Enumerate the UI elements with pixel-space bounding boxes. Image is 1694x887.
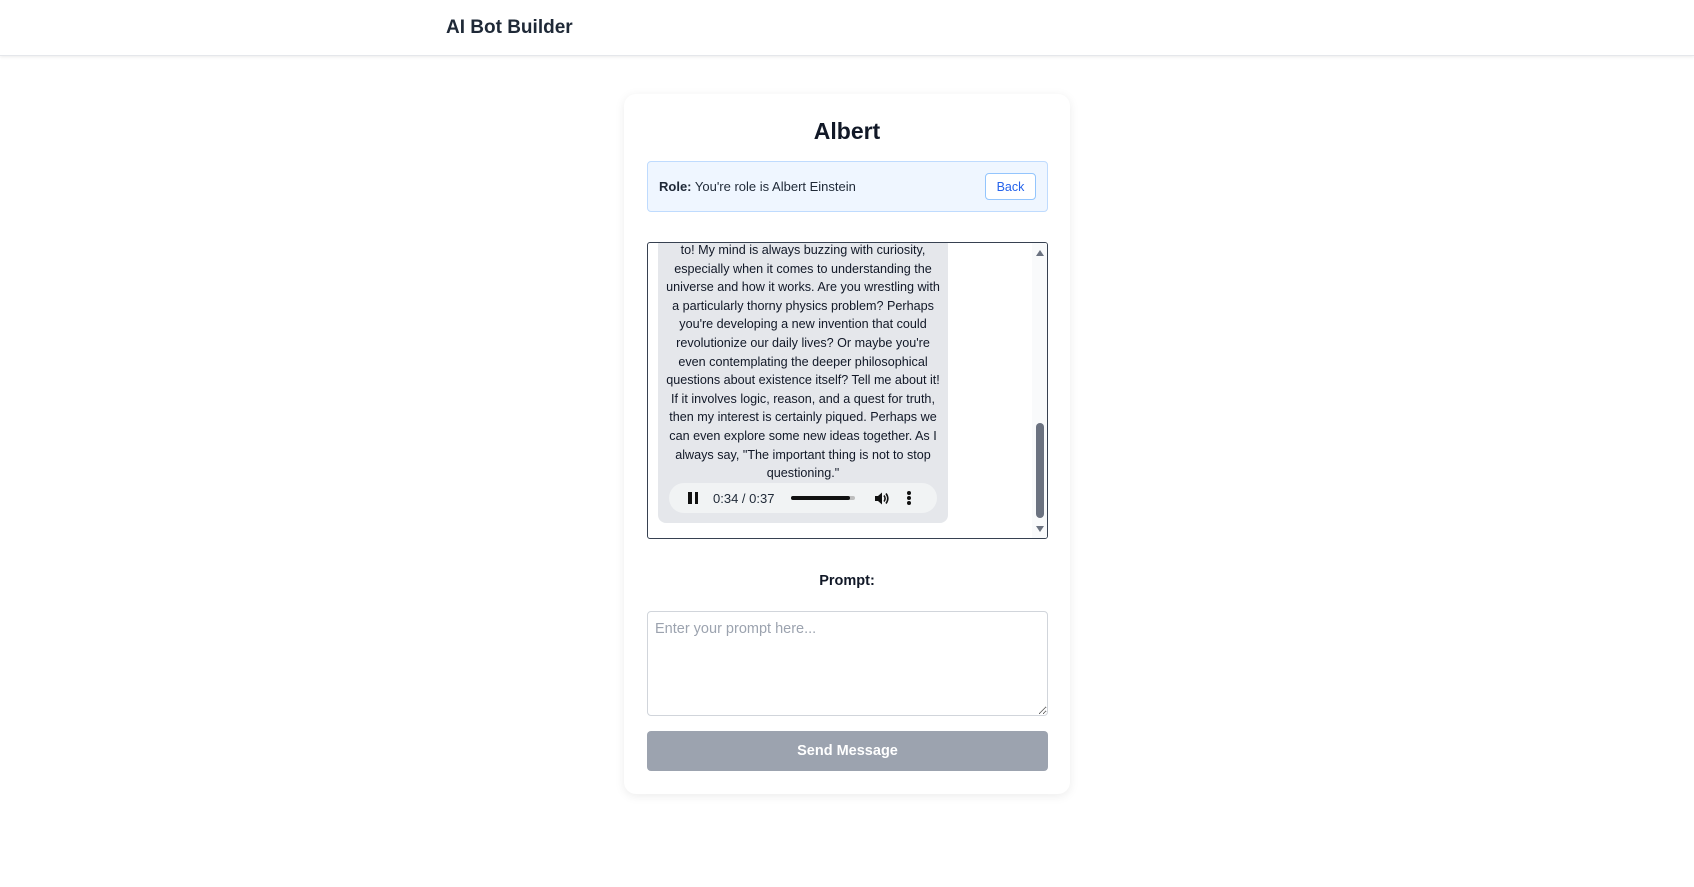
more-options-icon[interactable] bbox=[907, 490, 911, 506]
audio-player[interactable]: 0:34 / 0:37 bbox=[669, 483, 937, 513]
app-title[interactable]: AI Bot Builder bbox=[446, 17, 573, 39]
role-text: Role: You're role is Albert Einstein bbox=[659, 179, 856, 194]
role-banner: Role: You're role is Albert Einstein Bac… bbox=[647, 161, 1048, 212]
volume-icon[interactable] bbox=[874, 491, 890, 506]
chat-history[interactable]: to! My mind is always buzzing with curio… bbox=[647, 242, 1048, 539]
top-navbar: AI Bot Builder bbox=[0, 0, 1694, 56]
role-value: You're role is Albert Einstein bbox=[694, 179, 856, 194]
audio-seek-progress bbox=[791, 496, 850, 500]
bot-message-text: to! My mind is always buzzing with curio… bbox=[666, 243, 940, 481]
prompt-input[interactable] bbox=[647, 611, 1048, 716]
bot-message-bubble: to! My mind is always buzzing with curio… bbox=[658, 243, 948, 523]
bot-name-heading: Albert bbox=[813, 118, 881, 144]
pause-icon[interactable] bbox=[687, 492, 699, 504]
scroll-thumb[interactable] bbox=[1036, 423, 1044, 518]
prompt-label: Prompt: bbox=[819, 573, 875, 589]
role-label: Role: bbox=[659, 179, 692, 194]
scroll-down-arrow-icon[interactable] bbox=[1036, 526, 1044, 532]
chat-scrollbar[interactable] bbox=[1032, 243, 1047, 538]
back-button[interactable]: Back bbox=[985, 173, 1036, 200]
scroll-up-arrow-icon[interactable] bbox=[1036, 250, 1044, 256]
audio-seek-bar[interactable] bbox=[791, 496, 855, 500]
send-message-button[interactable]: Send Message bbox=[647, 731, 1048, 771]
audio-time: 0:34 / 0:37 bbox=[713, 491, 775, 506]
chat-card: Albert Role: You're role is Albert Einst… bbox=[624, 94, 1070, 794]
